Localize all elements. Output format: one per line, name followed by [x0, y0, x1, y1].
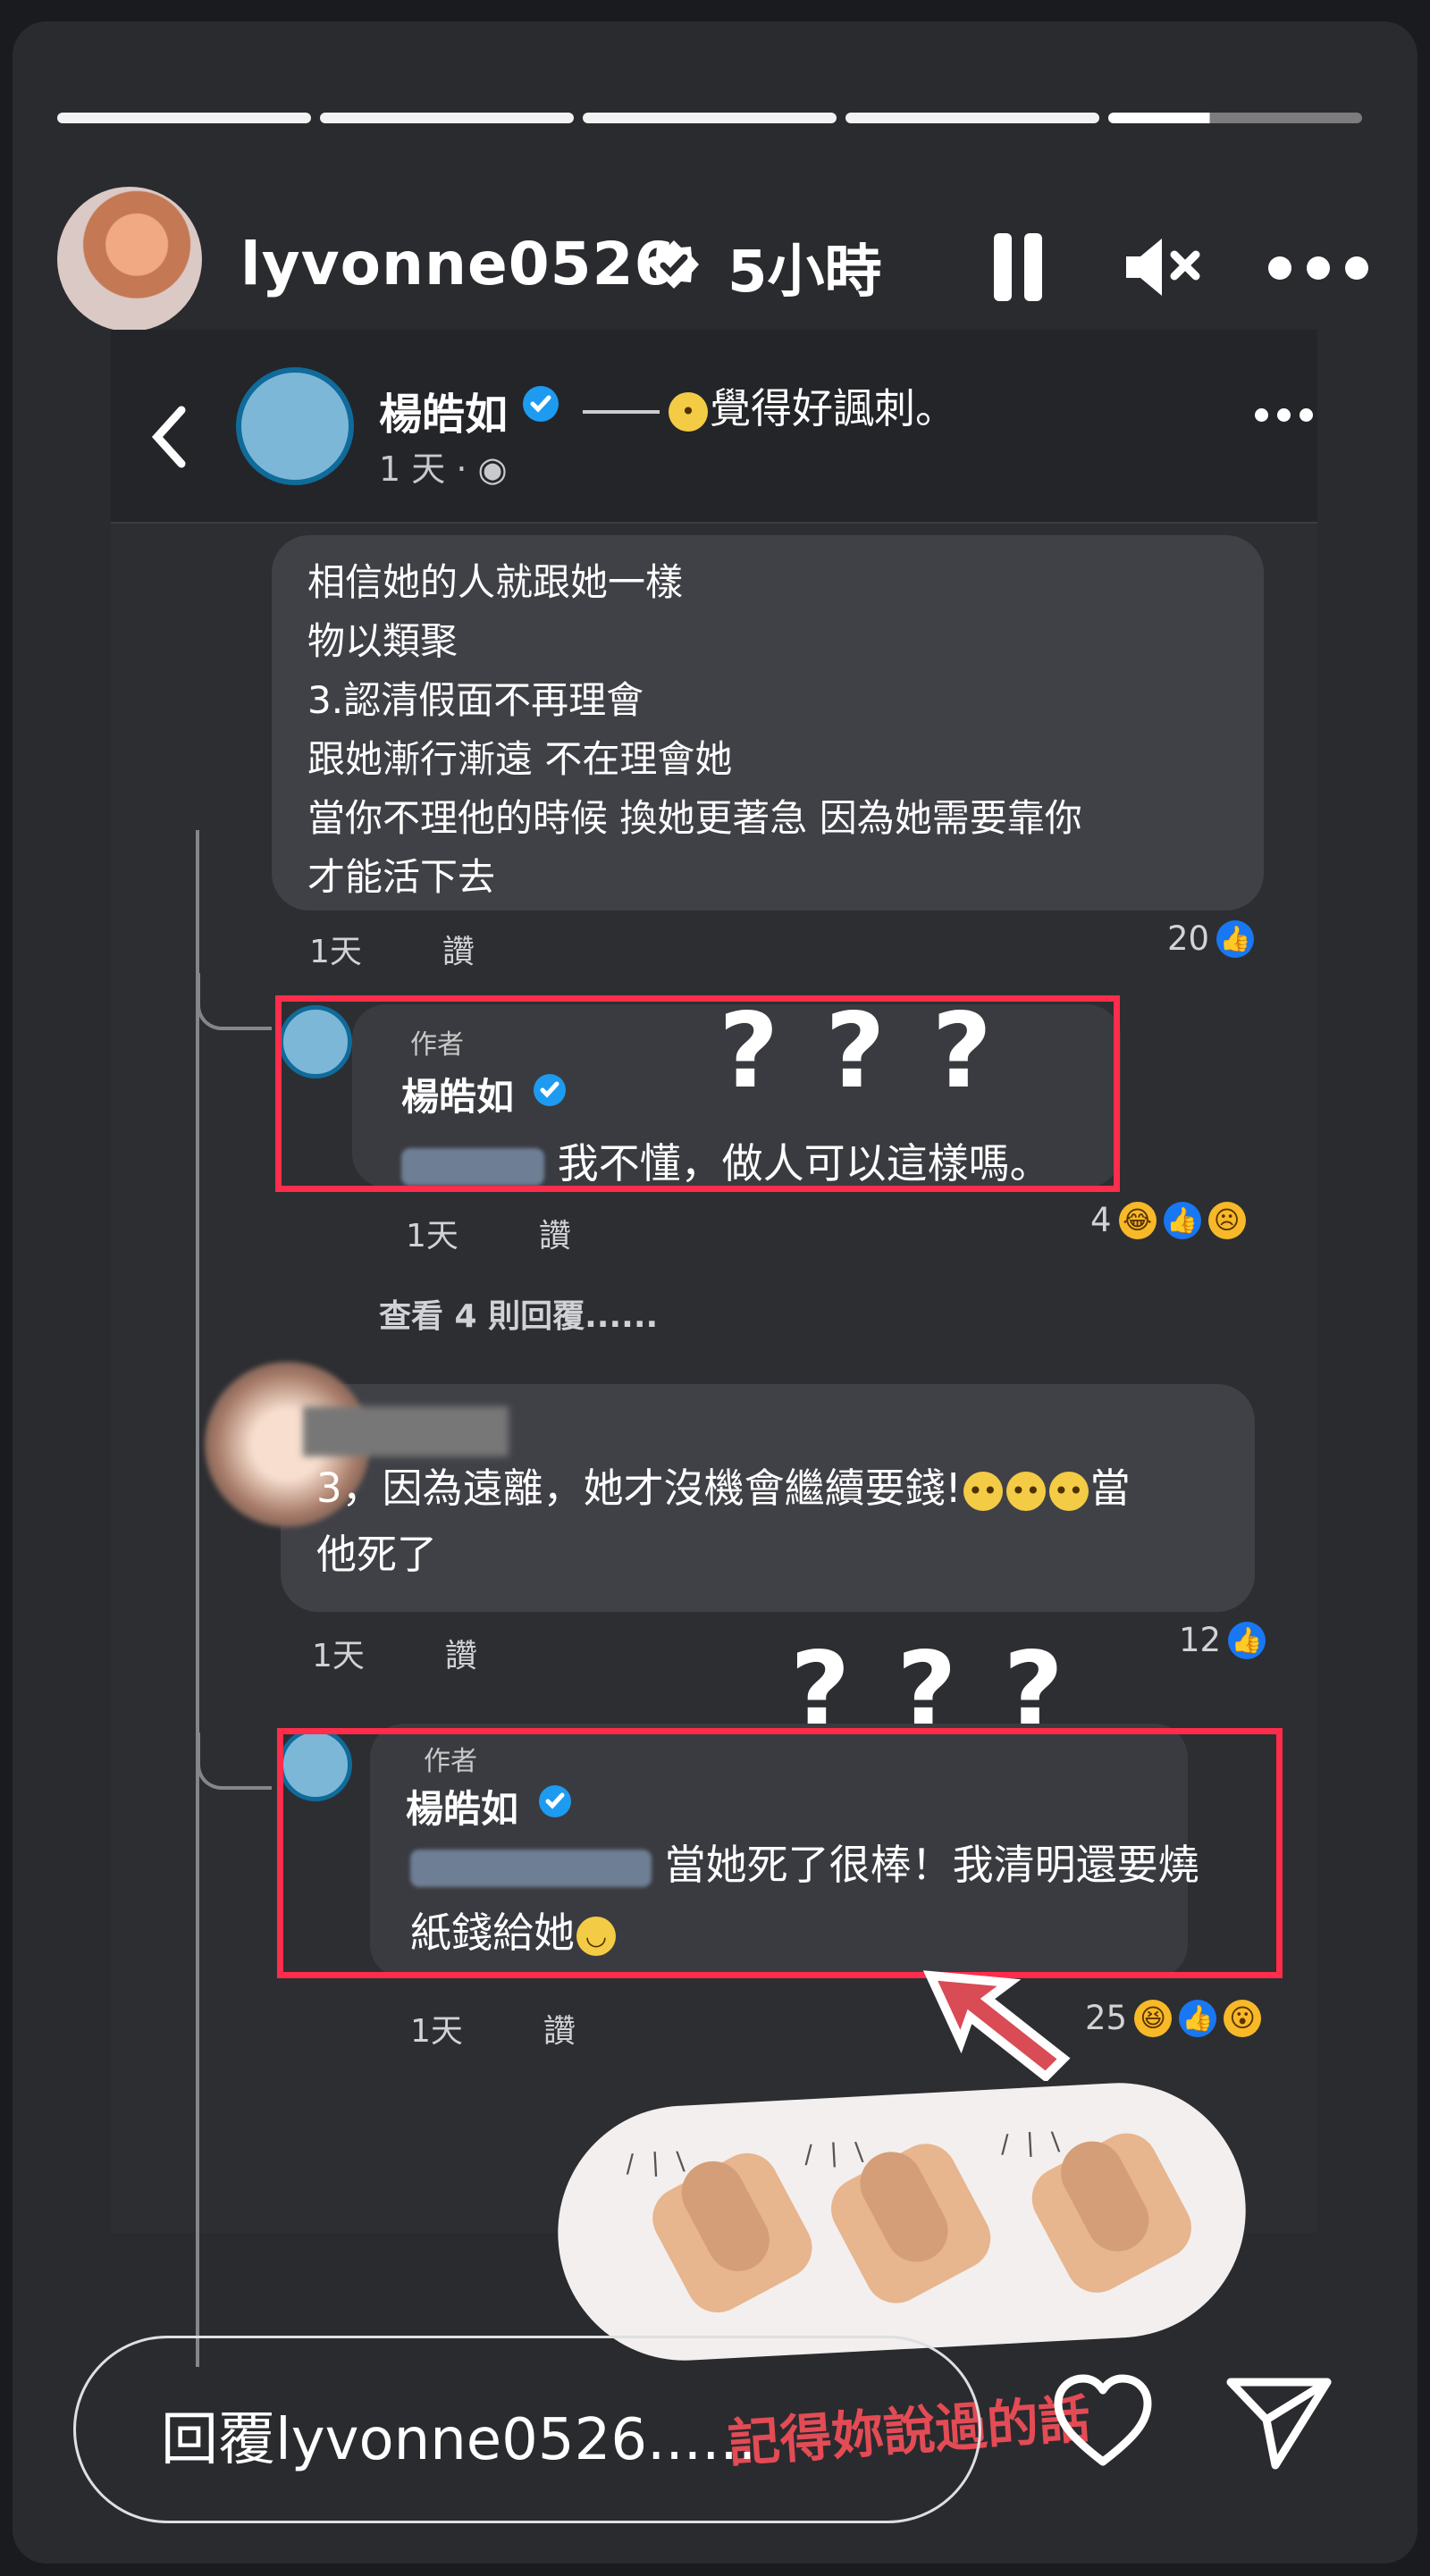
thread-branch [197, 1733, 272, 1790]
thread-branch [197, 973, 272, 1030]
wow-icon: 😮 [1224, 1999, 1262, 2037]
comment-line: 3.認清假面不再理會 [307, 678, 644, 722]
haha-icon: 😆 [1134, 1999, 1173, 2037]
reply-placeholder: 回覆lyvonne0526...... [161, 2407, 757, 2473]
comment-line: 當 [1089, 1464, 1131, 1512]
arrow-icon [922, 1970, 1071, 2081]
comment-line: 他死了 [316, 1531, 438, 1578]
comment-time: 1天 [309, 934, 362, 970]
comment-line: 當你不理他的時候 換她更著急 因為她需要靠你 [307, 796, 1082, 840]
reaction-count[interactable]: 20 👍 [1167, 919, 1255, 958]
progress-segment [320, 113, 574, 123]
reaction-number: 12 [1179, 1621, 1222, 1659]
comment-line: 物以類聚 [307, 619, 458, 663]
comment-line: 才能活下去 [307, 855, 496, 899]
post-time-text: 1 天 · [379, 449, 467, 489]
progress-segment [583, 113, 837, 123]
story-frame: lyvonne0526 5小時 楊皓如 • 覺得好諷刺。 1 天 · ◉ 相信她… [13, 21, 1417, 2563]
story-time: 5小時 [728, 239, 882, 306]
comment-text: 3，因為遠離，她才沒機會繼續要錢! •• •• •• 當他死了 [316, 1456, 1131, 1588]
red-highlight-box [277, 1728, 1283, 1978]
like-icon: 👍 [1179, 1999, 1217, 2037]
reaction-count[interactable]: 25 😆 👍 😮 [1085, 1999, 1262, 2037]
like-link[interactable]: 讚 [442, 934, 475, 970]
reaction-number: 25 [1085, 1999, 1128, 2037]
sad-icon: ☹ [1207, 1201, 1246, 1239]
like-icon: 👍 [1228, 1621, 1266, 1659]
eyeroll-icon: •• [1048, 1472, 1089, 1511]
comment-line: 跟她漸行漸遠 不在理會她 [307, 737, 733, 781]
comment-meta: 1天 讚 [312, 1630, 477, 1676]
status-divider [583, 409, 660, 414]
pause-icon[interactable] [987, 233, 1049, 301]
eyeroll-icon: •• [963, 1472, 1003, 1511]
globe-icon: ◉ [477, 449, 508, 489]
status-text: 覺得好諷刺。 [710, 384, 956, 432]
thread-line [196, 830, 199, 2367]
facebook-screenshot: 楊皓如 • 覺得好諷刺。 1 天 · ◉ 相信她的人就跟她一樣 物以類聚 3.認清… [111, 330, 1317, 2367]
haha-icon: 😂 [1118, 1201, 1157, 1239]
reaction-number: 4 [1090, 1201, 1112, 1239]
progress-segment-current [1108, 113, 1362, 123]
reaction-count[interactable]: 4 😂 👍 ☹ [1090, 1201, 1246, 1239]
verified-icon [523, 386, 559, 422]
comment-text: 相信她的人就跟她一樣 物以類聚 3.認清假面不再理會 跟她漸行漸遠 不在理會她 … [307, 553, 1082, 907]
view-replies-link[interactable]: 查看 4 則回覆...... [379, 1290, 658, 1337]
blurred-name [303, 1406, 509, 1456]
verified-icon [649, 240, 699, 289]
story-header: lyvonne0526 5小時 [57, 187, 1371, 339]
comment-bubble: 3，因為遠離，她才沒機會繼續要錢! •• •• •• 當他死了 [205, 1362, 1255, 1612]
mute-icon[interactable] [1121, 231, 1203, 303]
reaction-count[interactable]: 12 👍 [1179, 1621, 1266, 1659]
chevron-left-icon[interactable] [148, 403, 191, 471]
smirk-icon: • [669, 391, 708, 432]
more-icon[interactable] [1268, 256, 1368, 280]
comment-line: 3，因為遠離，她才沒機會繼續要錢! [316, 1464, 962, 1512]
like-icon: 👍 [1216, 919, 1255, 958]
send-icon[interactable] [1224, 2373, 1334, 2471]
like-link[interactable]: 讚 [445, 1638, 477, 1674]
like-link[interactable]: 讚 [539, 1218, 571, 1254]
comment-meta: 1天 讚 [406, 1210, 571, 1256]
like-icon: 👍 [1163, 1201, 1201, 1239]
comment-line: 相信她的人就跟她一樣 [307, 560, 684, 604]
reply-input[interactable]: 回覆lyvonne0526...... [73, 2336, 981, 2523]
heart-icon[interactable] [1049, 2373, 1157, 2471]
avatar[interactable] [236, 367, 354, 485]
comment-bubble: 相信她的人就跟她一樣 物以類聚 3.認清假面不再理會 跟她漸行漸遠 不在理會她 … [272, 535, 1264, 910]
like-link[interactable]: 讚 [543, 2013, 576, 2050]
comment-time: 1天 [312, 1638, 365, 1674]
facebook-post-header: 楊皓如 • 覺得好諷刺。 1 天 · ◉ [111, 330, 1317, 524]
avatar[interactable] [57, 187, 202, 331]
reaction-number: 20 [1167, 919, 1210, 958]
comment-meta: 1天 讚 [410, 2005, 576, 2052]
post-status: • 覺得好諷刺。 [576, 376, 956, 435]
story-username[interactable]: lyvonne0526 [240, 230, 676, 298]
post-time: 1 天 · ◉ [379, 441, 508, 491]
clapping-sticker: / | \ / | \ / | \ [551, 2077, 1252, 2367]
story-progress-bar [57, 113, 1362, 123]
question-annotation: ??? [719, 991, 1039, 1112]
more-icon[interactable] [1255, 408, 1326, 430]
comment-time: 1天 [406, 1218, 458, 1254]
progress-segment [845, 113, 1099, 123]
post-author[interactable]: 楊皓如 [379, 379, 508, 441]
comment-time: 1天 [410, 2013, 463, 2050]
eyeroll-icon: •• [1005, 1472, 1046, 1511]
progress-segment [57, 113, 311, 123]
comment-meta: 1天 讚 [309, 926, 475, 972]
